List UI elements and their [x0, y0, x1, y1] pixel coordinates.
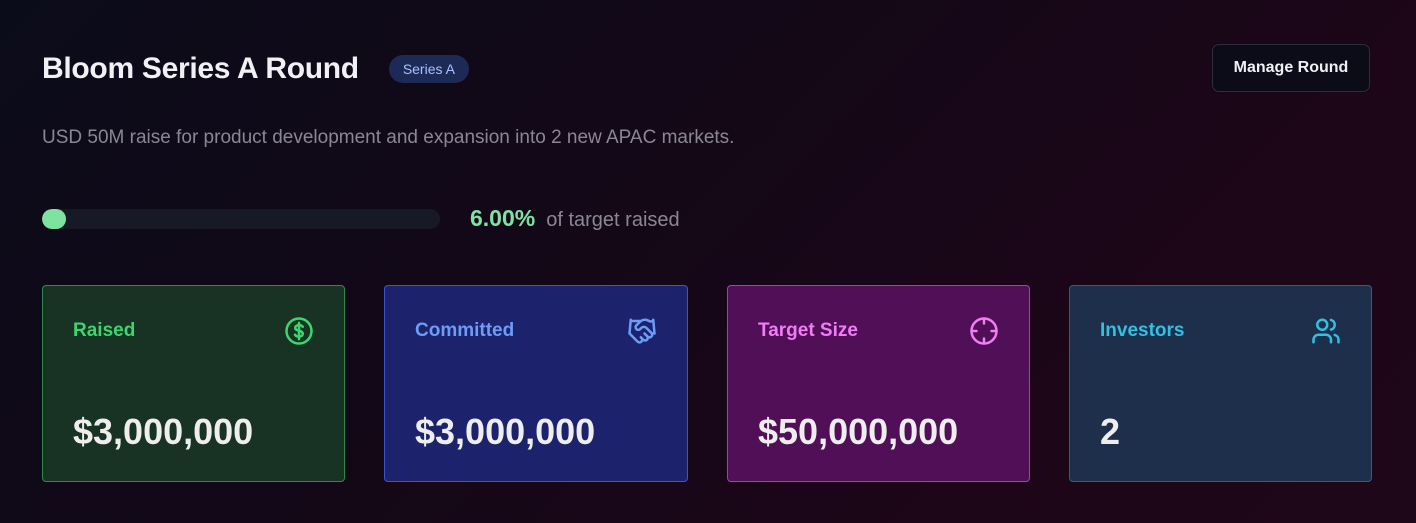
- manage-round-button[interactable]: Manage Round: [1212, 44, 1370, 92]
- progress-bar: [42, 209, 440, 229]
- progress-summary: 6.00% of target raised: [470, 205, 680, 232]
- round-description: USD 50M raise for product development an…: [42, 127, 735, 148]
- stat-card-label: Investors: [1100, 320, 1185, 341]
- stat-card-committed: Committed $3,000,000: [384, 285, 688, 482]
- stat-card-value: $3,000,000: [73, 411, 254, 452]
- stat-card-value: 2: [1100, 411, 1121, 452]
- series-badge: Series A: [388, 55, 469, 83]
- stat-card-label: Committed: [415, 320, 515, 341]
- users-icon: [1311, 316, 1341, 346]
- progress-percent: 6.00%: [470, 205, 536, 231]
- stat-card-label: Raised: [73, 320, 136, 341]
- progress-bar-fill: [42, 209, 66, 229]
- stat-card-value: $50,000,000: [758, 411, 959, 452]
- round-header: Bloom Series A Round Series A: [42, 52, 469, 86]
- handshake-icon: [627, 316, 657, 346]
- stat-card-value: $3,000,000: [415, 411, 596, 452]
- stat-card-raised: Raised $3,000,000: [42, 285, 345, 482]
- dollar-circle-icon: [284, 316, 314, 346]
- crosshair-icon: [969, 316, 999, 346]
- progress-label: of target raised: [546, 209, 680, 231]
- stat-card-investors: Investors 2: [1069, 285, 1372, 482]
- stat-card-label: Target Size: [758, 320, 858, 341]
- page-title: Bloom Series A Round: [42, 52, 359, 85]
- stat-card-target-size: Target Size $50,000,000: [727, 285, 1030, 482]
